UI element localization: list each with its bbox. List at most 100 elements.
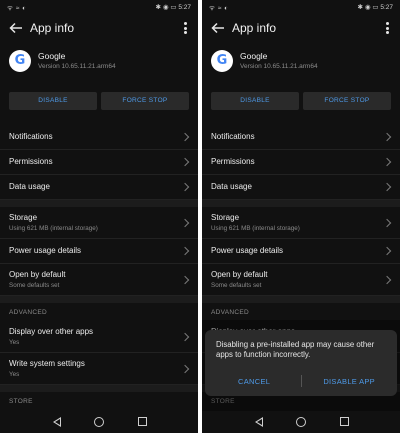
- section-header-label: ADVANCED: [211, 309, 250, 316]
- dialog-disable-app-button[interactable]: DISABLE APP: [323, 377, 375, 386]
- list-item-label: Storage: [9, 213, 38, 222]
- section-header-label: ADVANCED: [9, 309, 48, 316]
- app-version: Version 10.65.11.21.arm64: [38, 63, 116, 70]
- app-version: Version 10.65.11.21.arm64: [240, 63, 318, 70]
- list-item-data-usage[interactable]: Data usage: [0, 175, 198, 200]
- comparison-canvas: ᯤ ≈ ◐ ✱ ◉ ▭ 5:27 App info G Google Versi…: [0, 0, 400, 433]
- list-item-power-usage[interactable]: Power usage details: [202, 239, 400, 264]
- section-divider: [0, 200, 198, 207]
- chevron-right-icon: [382, 182, 392, 192]
- app-bar: App info: [202, 13, 400, 43]
- chevron-right-icon: [382, 132, 392, 142]
- chevron-right-icon: [180, 132, 190, 142]
- app-info-screen-right: ᯤ ≈ ◐ ✱ ◉ ▭ 5:27 App info G Google Versi…: [202, 0, 400, 433]
- section-divider: [0, 385, 198, 392]
- list-item-subtitle: Some defaults set: [211, 282, 262, 289]
- list-item-label: Display over other apps: [9, 327, 94, 336]
- list-item-label: Write system settings: [9, 359, 85, 368]
- google-logo-letter: G: [216, 53, 228, 68]
- nav-home-icon[interactable]: [296, 417, 306, 427]
- disable-button[interactable]: DISABLE: [211, 92, 299, 110]
- list-item-label: Permissions: [211, 157, 255, 166]
- status-left-icons: ᯤ ≈ ◐: [7, 5, 27, 12]
- section-divider: [0, 296, 198, 303]
- section-header-store: STORE: [0, 392, 198, 410]
- list-item-label: Data usage: [211, 182, 252, 191]
- list-item-subtitle: Yes: [9, 339, 20, 346]
- list-item-write-system-settings[interactable]: Write system settings Yes: [0, 353, 198, 385]
- more-options-icon[interactable]: [184, 22, 188, 35]
- app-name: Google: [240, 51, 268, 61]
- list-item-subtitle: Using 621 MB (internal storage): [211, 225, 300, 232]
- list-item-storage[interactable]: Storage Using 621 MB (internal storage): [202, 207, 400, 239]
- status-right-info: ✱ ◉ ▭ 5:27: [155, 4, 191, 11]
- nav-home-icon[interactable]: [94, 417, 104, 427]
- chevron-right-icon: [180, 275, 190, 284]
- chevron-right-icon: [382, 218, 392, 227]
- list-item-storage[interactable]: Storage Using 621 MB (internal storage): [0, 207, 198, 239]
- navigation-bar: [0, 411, 198, 433]
- list-item-label: Open by default: [211, 270, 268, 279]
- google-logo-letter: G: [14, 53, 26, 68]
- status-bar: ᯤ ≈ ◐ ✱ ◉ ▭ 5:27: [202, 0, 400, 13]
- nav-back-icon[interactable]: [53, 417, 61, 427]
- list-item-notifications[interactable]: Notifications: [202, 125, 400, 150]
- chevron-right-icon: [180, 332, 190, 341]
- google-logo-icon: G: [211, 50, 233, 72]
- list-item-notifications[interactable]: Notifications: [0, 125, 198, 150]
- page-title: App info: [30, 21, 75, 35]
- dialog-message: Disabling a pre-installed app may cause …: [216, 340, 375, 359]
- back-arrow-icon[interactable]: [9, 21, 23, 35]
- chevron-right-icon: [382, 246, 392, 256]
- app-name: Google: [38, 51, 66, 61]
- nav-recents-icon[interactable]: [340, 417, 349, 426]
- section-header-label: STORE: [9, 398, 33, 405]
- section-header-advanced: ADVANCED: [0, 303, 198, 321]
- list-item-open-by-default[interactable]: Open by default Some defaults set: [0, 264, 198, 296]
- google-logo-icon: G: [9, 50, 31, 72]
- disable-button[interactable]: DISABLE: [9, 92, 97, 110]
- list-item-label: Data usage: [9, 182, 50, 191]
- more-options-icon[interactable]: [386, 22, 390, 35]
- chevron-right-icon: [382, 275, 392, 284]
- list-item-label: Power usage details: [9, 246, 82, 255]
- nav-recents-icon[interactable]: [138, 417, 147, 426]
- status-left-icons: ᯤ ≈ ◐: [209, 5, 229, 12]
- list-item-display-over-apps[interactable]: Display over other apps Yes: [0, 321, 198, 353]
- list-item-permissions[interactable]: Permissions: [0, 150, 198, 175]
- chevron-right-icon: [180, 246, 190, 256]
- list-item-power-usage[interactable]: Power usage details: [0, 239, 198, 264]
- list-item-label: Permissions: [9, 157, 53, 166]
- list-item-subtitle: Using 621 MB (internal storage): [9, 225, 98, 232]
- page-title: App info: [232, 21, 277, 35]
- app-header: G Google Version 10.65.11.21.arm64: [202, 46, 400, 82]
- dialog-button-divider: [301, 375, 302, 387]
- nav-back-icon[interactable]: [255, 417, 263, 427]
- list-item-label: Open by default: [9, 270, 66, 279]
- list-item-subtitle: Some defaults set: [9, 282, 60, 289]
- chevron-right-icon: [180, 182, 190, 192]
- list-item-data-usage[interactable]: Data usage: [202, 175, 400, 200]
- dialog-cancel-button[interactable]: CANCEL: [238, 377, 270, 386]
- list-item-open-by-default[interactable]: Open by default Some defaults set: [202, 264, 400, 296]
- status-bar: ᯤ ≈ ◐ ✱ ◉ ▭ 5:27: [0, 0, 198, 13]
- force-stop-button[interactable]: FORCE STOP: [101, 92, 189, 110]
- settings-list: Notifications Permissions Data usage Sto…: [0, 125, 198, 410]
- list-item-label: Power usage details: [211, 246, 284, 255]
- section-header-advanced: ADVANCED: [202, 303, 400, 321]
- app-info-screen-left: ᯤ ≈ ◐ ✱ ◉ ▭ 5:27 App info G Google Versi…: [0, 0, 198, 433]
- list-item-label: Notifications: [211, 132, 255, 141]
- chevron-right-icon: [180, 157, 190, 167]
- list-item-label: Storage: [211, 213, 240, 222]
- app-header: G Google Version 10.65.11.21.arm64: [0, 46, 198, 82]
- chevron-right-icon: [180, 218, 190, 227]
- list-item-permissions[interactable]: Permissions: [202, 150, 400, 175]
- navigation-bar: [202, 411, 400, 433]
- section-divider: [202, 296, 400, 303]
- list-item-label: Notifications: [9, 132, 53, 141]
- list-item-subtitle: Yes: [9, 371, 20, 378]
- action-buttons: DISABLE FORCE STOP: [211, 92, 391, 110]
- app-bar: App info: [0, 13, 198, 43]
- force-stop-button[interactable]: FORCE STOP: [303, 92, 391, 110]
- back-arrow-icon[interactable]: [211, 21, 225, 35]
